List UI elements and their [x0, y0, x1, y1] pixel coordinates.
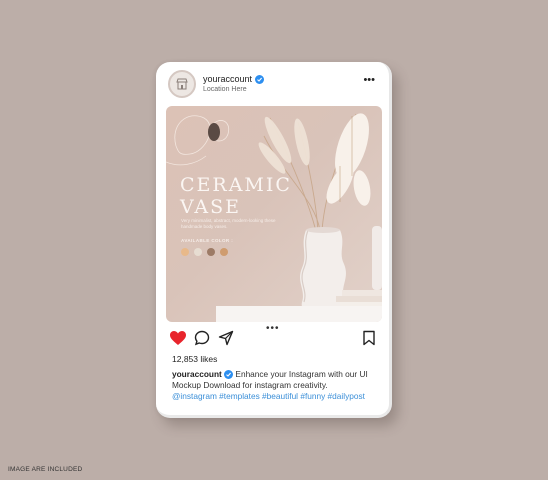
- caption-username[interactable]: youraccount: [172, 369, 222, 379]
- post-image[interactable]: CERAMIC VASE Very minimalist, abstract, …: [166, 106, 382, 322]
- image-title: CERAMIC VASE: [180, 174, 292, 218]
- available-color-label: AVAILABLE COLOR :: [181, 238, 234, 243]
- swatch-3: [207, 248, 215, 256]
- post-header: youraccount Location Here •••: [156, 62, 389, 106]
- image-title-line2: VASE: [180, 196, 242, 218]
- image-title-line1: CERAMIC: [180, 174, 292, 196]
- carousel-indicator: •••: [266, 323, 280, 334]
- share-icon[interactable]: [218, 330, 234, 346]
- comment-icon[interactable]: [194, 330, 210, 346]
- heart-icon[interactable]: [169, 330, 187, 346]
- footer-note: IMAGE ARE INCLUDED: [8, 466, 83, 473]
- avatar[interactable]: [168, 70, 196, 98]
- storefront-icon: [176, 78, 188, 90]
- swatch-1: [181, 248, 189, 256]
- post-caption: youraccount Enhance your Instagram with …: [172, 369, 382, 402]
- verified-badge-icon: [255, 74, 265, 84]
- swatch-4: [220, 248, 228, 256]
- more-options-icon[interactable]: •••: [363, 75, 375, 86]
- caption-hashtags[interactable]: @instagram #templates #beautiful #funny …: [172, 391, 382, 402]
- post-location[interactable]: Location Here: [203, 86, 247, 93]
- swatch-2: [194, 248, 202, 256]
- verified-badge-icon: [224, 370, 234, 379]
- like-count[interactable]: 12,853 likes: [172, 354, 217, 364]
- post-username[interactable]: youraccount: [203, 74, 265, 84]
- instagram-post-card: youraccount Location Here ••• CERAMIC VA…: [156, 62, 392, 418]
- bookmark-icon[interactable]: [362, 330, 376, 346]
- image-description: Very minimalist, abstract, modern-lookin…: [181, 218, 276, 229]
- username-text[interactable]: youraccount: [203, 74, 252, 84]
- color-swatches: [181, 248, 228, 256]
- shelf: [216, 306, 382, 322]
